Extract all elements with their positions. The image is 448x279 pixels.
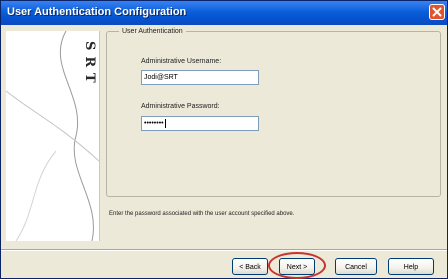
dialog-window: User Authentication Configuration SRT Us… — [0, 0, 448, 279]
brand-panel: SRT — [6, 31, 100, 241]
text-caret — [164, 118, 166, 128]
back-button[interactable]: < Back — [232, 258, 268, 275]
username-label: Administrative Username: — [141, 58, 222, 65]
next-highlight-circle — [268, 252, 326, 279]
button-separator — [1, 249, 447, 251]
username-field[interactable]: Jodi@SRT — [141, 70, 259, 85]
description-text: Enter the password associated with the u… — [109, 211, 295, 217]
title-bar[interactable]: User Authentication Configuration — [1, 1, 447, 25]
username-value: Jodi@SRT — [144, 74, 178, 81]
user-auth-group — [106, 31, 441, 197]
help-button[interactable]: Help — [388, 258, 434, 275]
logo-text: SRT — [82, 41, 97, 89]
window-title: User Authentication Configuration — [7, 6, 187, 18]
group-legend: User Authentication — [119, 28, 186, 35]
close-icon[interactable] — [429, 4, 445, 20]
cancel-button[interactable]: Cancel — [335, 258, 377, 275]
password-value: •••••••• — [144, 120, 164, 127]
password-field[interactable]: •••••••• — [141, 116, 259, 131]
srt-logo: SRT — [6, 31, 99, 241]
password-label: Administrative Password: — [141, 103, 220, 110]
